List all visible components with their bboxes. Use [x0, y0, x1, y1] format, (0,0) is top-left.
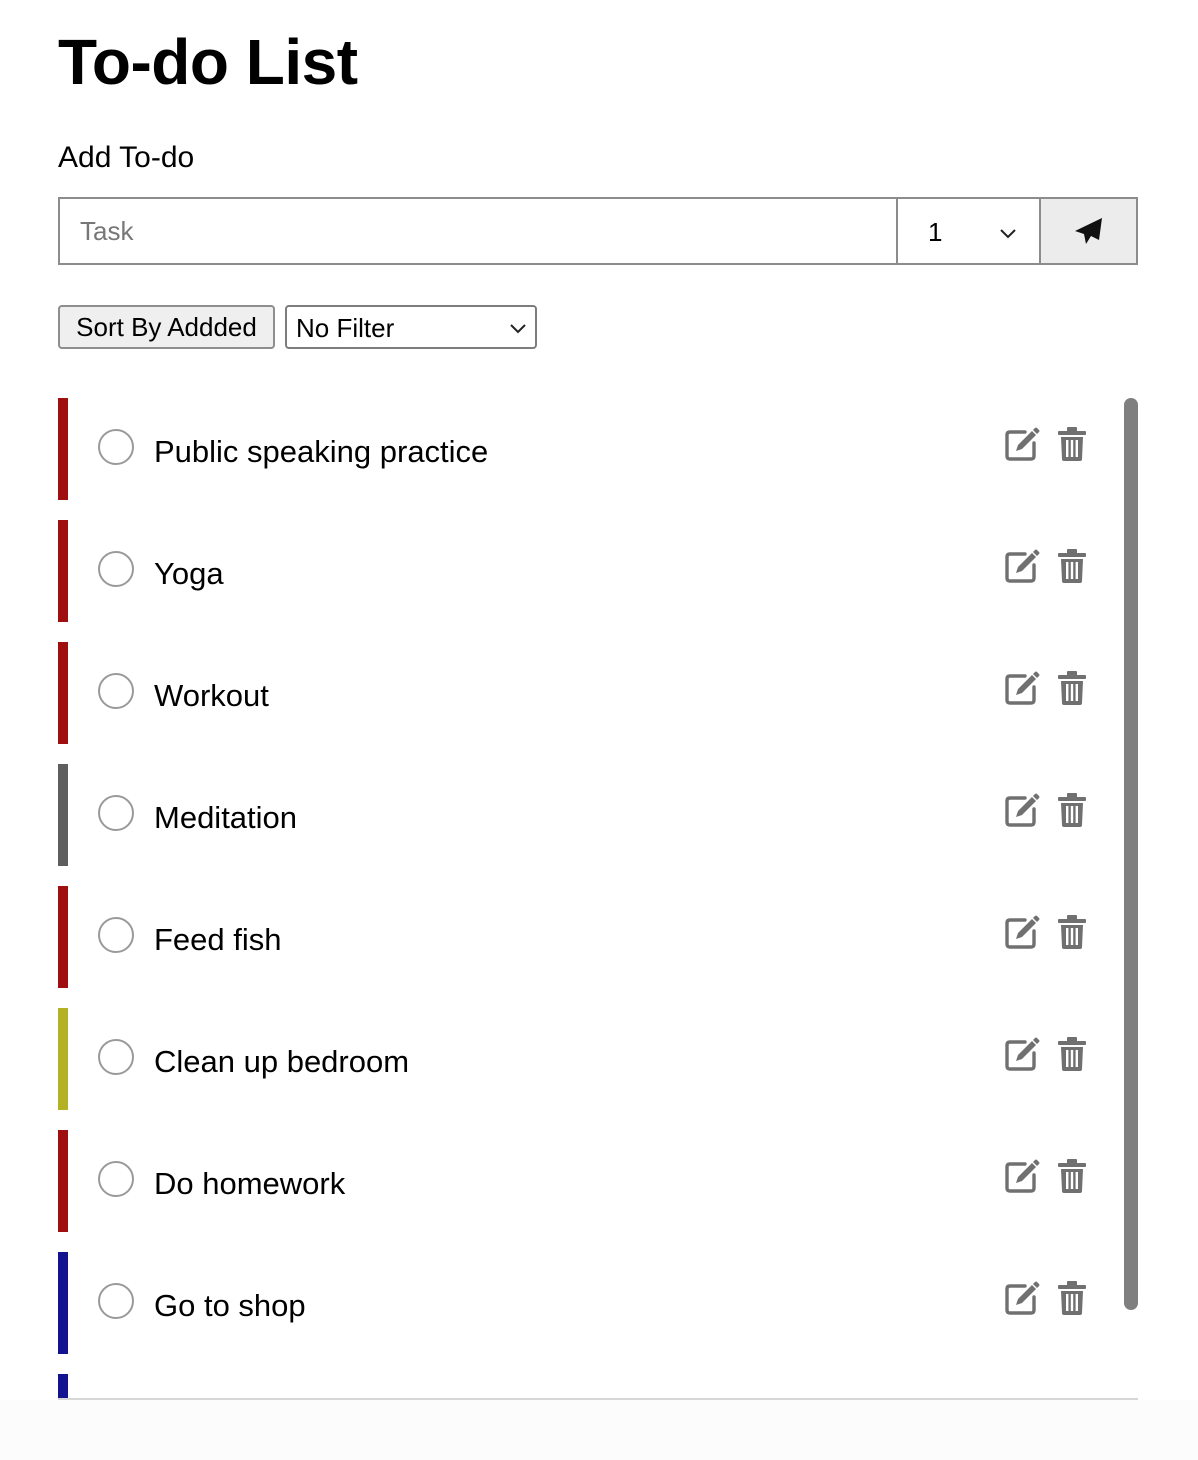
todo-item: Public speaking practice: [58, 398, 1118, 500]
list-controls: Sort By Addded No Filter: [58, 305, 537, 349]
chevron-down-icon: [510, 324, 526, 334]
chevron-down-icon: [1000, 229, 1016, 239]
add-todo-form: 1: [58, 197, 1138, 265]
priority-indicator: [58, 398, 68, 500]
todo-text: Go to shop: [154, 1288, 306, 1323]
todo-item: Yoga: [58, 520, 1118, 622]
trash-icon[interactable]: [1056, 1036, 1092, 1072]
edit-icon[interactable]: [1004, 1280, 1040, 1316]
todo-text: Clean up bedroom: [154, 1044, 410, 1079]
edit-icon[interactable]: [1004, 426, 1040, 462]
edit-icon[interactable]: [1004, 670, 1040, 706]
circle-checkbox-icon[interactable]: [98, 917, 134, 953]
filter-value: No Filter: [296, 313, 395, 343]
trash-icon[interactable]: [1056, 426, 1092, 462]
todo-item: Clean up bedroom: [58, 1008, 1118, 1110]
priority-select[interactable]: 1: [898, 197, 1041, 265]
priority-indicator: [58, 1130, 68, 1232]
priority-indicator: [58, 520, 68, 622]
add-todo-button[interactable]: [1041, 197, 1138, 265]
priority-indicator: [58, 1374, 68, 1398]
paper-plane-icon: [1074, 218, 1102, 244]
filter-select[interactable]: No Filter: [285, 305, 537, 349]
circle-checkbox-icon[interactable]: [98, 1039, 134, 1075]
todo-text: Feed fish: [154, 922, 282, 957]
priority-indicator: [58, 764, 68, 866]
todo-item: Workout: [58, 642, 1118, 744]
edit-icon[interactable]: [1004, 1036, 1040, 1072]
scrollbar[interactable]: [1124, 398, 1138, 1310]
todo-item: Do homework: [58, 1130, 1118, 1232]
page-title: To-do List: [58, 26, 358, 98]
circle-checkbox-icon[interactable]: [98, 1161, 134, 1197]
circle-checkbox-icon[interactable]: [98, 673, 134, 709]
priority-indicator: [58, 642, 68, 744]
trash-icon[interactable]: [1056, 548, 1092, 584]
todo-text: Public speaking practice: [154, 434, 489, 469]
todo-item: Go to shop: [58, 1252, 1118, 1354]
trash-icon[interactable]: [1056, 914, 1092, 950]
priority-indicator: [58, 886, 68, 988]
priority-indicator: [58, 1252, 68, 1354]
priority-value: 1: [928, 217, 943, 247]
todo-item: Meditation: [58, 764, 1118, 866]
todo-item: [58, 1374, 1118, 1398]
todo-text: Meditation: [154, 800, 298, 835]
edit-icon[interactable]: [1004, 548, 1040, 584]
circle-checkbox-icon[interactable]: [98, 429, 134, 465]
circle-checkbox-icon[interactable]: [98, 795, 134, 831]
todo-text: Do homework: [154, 1166, 346, 1201]
todo-list: Public speaking practice Yoga Workout Me…: [58, 398, 1138, 1398]
sort-button[interactable]: Sort By Addded: [58, 305, 275, 349]
list-divider: [58, 1398, 1138, 1400]
circle-checkbox-icon[interactable]: [98, 1283, 134, 1319]
edit-icon[interactable]: [1004, 914, 1040, 950]
priority-indicator: [58, 1008, 68, 1110]
edit-icon[interactable]: [1004, 792, 1040, 828]
trash-icon[interactable]: [1056, 1280, 1092, 1316]
todo-app: To-do List Add To-do 1 Sort By Addded No…: [0, 0, 1198, 1400]
edit-icon[interactable]: [1004, 1158, 1040, 1194]
task-input[interactable]: [58, 197, 898, 265]
add-todo-label: Add To-do: [58, 141, 195, 174]
todo-item: Feed fish: [58, 886, 1118, 988]
todo-text: Workout: [154, 678, 269, 713]
trash-icon[interactable]: [1056, 1158, 1092, 1194]
circle-checkbox-icon[interactable]: [98, 551, 134, 587]
trash-icon[interactable]: [1056, 792, 1092, 828]
trash-icon[interactable]: [1056, 670, 1092, 706]
todo-text: Yoga: [154, 556, 224, 591]
